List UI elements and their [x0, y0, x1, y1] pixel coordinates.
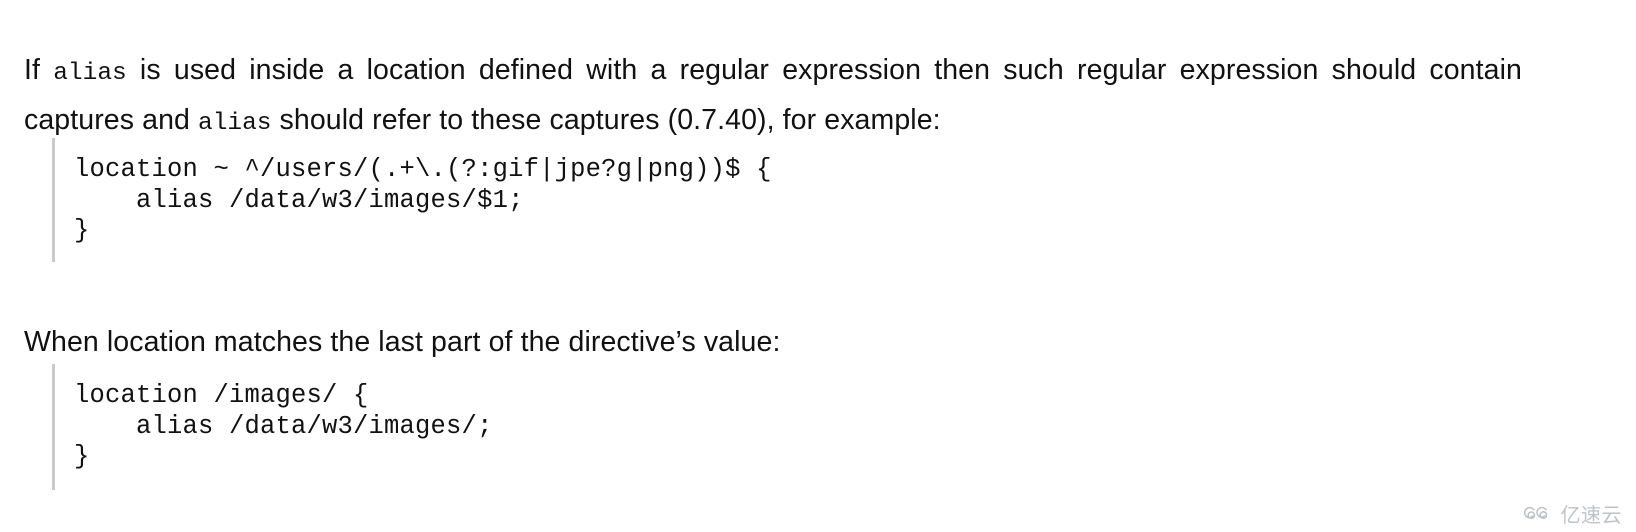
code-line: alias /data/w3/images/;	[74, 411, 493, 441]
code-line: location /images/ {	[74, 381, 369, 410]
code-line: alias /data/w3/images/$1;	[74, 185, 524, 215]
code-line: }	[74, 216, 90, 245]
inline-code-alias: alias	[53, 59, 127, 87]
code-block-prefix-location: location /images/ { alias /data/w3/image…	[52, 364, 493, 490]
inline-code-alias: alias	[198, 109, 272, 137]
paragraph-text-segment: If	[24, 53, 54, 86]
watermark: 亿速云	[1523, 504, 1623, 526]
cloud-spiral-logo-icon	[1523, 504, 1556, 526]
code-line: }	[74, 442, 90, 471]
watermark-text: 亿速云	[1560, 503, 1622, 527]
paragraph-location-matches: When location matches the last part of t…	[24, 319, 1522, 366]
paragraph-text: When location matches the last part of t…	[24, 325, 781, 358]
code-block-regex-location: location ~ ^/users/(.+\.(?:gif|jpe?g|png…	[52, 138, 772, 262]
document-page: If alias is used inside a location defin…	[0, 0, 1636, 532]
code-line: location ~ ^/users/(.+\.(?:gif|jpe?g|png…	[74, 155, 772, 184]
paragraph-text-segment: should refer to these captures (0.7.40),…	[271, 103, 941, 136]
paragraph-alias-regex: If alias is used inside a location defin…	[24, 47, 1522, 147]
